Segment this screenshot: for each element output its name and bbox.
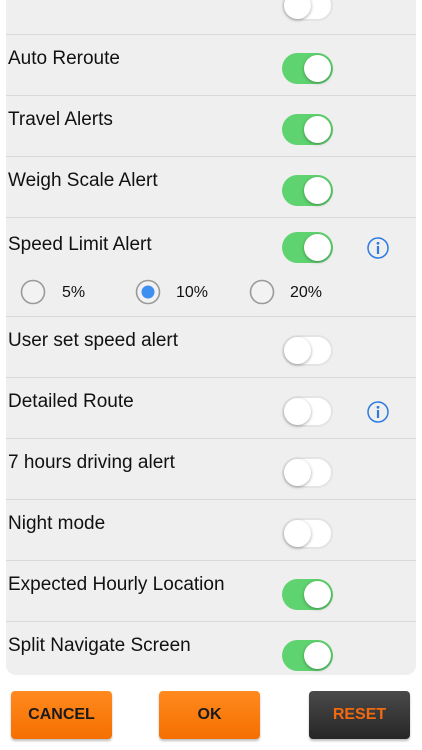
settings-row-expected-hourly-location: Expected Hourly Location bbox=[6, 561, 416, 622]
settings-row-travel-alerts: Travel Alerts bbox=[6, 96, 416, 157]
settings-row-7-hours-driving-alert: 7 hours driving alert bbox=[6, 439, 416, 500]
settings-row-weigh-scale-alert: Weigh Scale Alert bbox=[6, 157, 416, 218]
auto-reroute-toggle[interactable] bbox=[282, 53, 333, 84]
settings-row-speed-limit-alert: Speed Limit Alert bbox=[6, 218, 416, 273]
split-navigate-screen-toggle[interactable] bbox=[282, 640, 333, 671]
detailed-route-toggle[interactable] bbox=[282, 396, 333, 427]
radio-10-percent[interactable] bbox=[135, 279, 161, 305]
toggle-knob bbox=[284, 398, 311, 425]
settings-row-night-mode: Night mode bbox=[6, 500, 416, 561]
user-set-speed-alert-label: User set speed alert bbox=[8, 330, 179, 351]
reset-button[interactable]: RESET bbox=[309, 691, 410, 739]
night-mode-toggle[interactable] bbox=[282, 518, 333, 549]
night-mode-label: Night mode bbox=[8, 513, 106, 534]
settings-panel: Auto Reroute Travel Alerts Weigh Scale A… bbox=[6, 0, 416, 675]
user-set-speed-alert-toggle[interactable] bbox=[282, 335, 333, 366]
expected-hourly-location-toggle[interactable] bbox=[282, 579, 333, 610]
7-hours-driving-alert-toggle[interactable] bbox=[282, 457, 333, 488]
radio-10-percent-label: 10% bbox=[176, 284, 209, 301]
toggle-knob bbox=[304, 177, 331, 204]
info-circle-icon[interactable] bbox=[367, 237, 389, 259]
settings-row-auto-reroute: Auto Reroute bbox=[6, 35, 416, 96]
radio-5-percent-label: 5% bbox=[62, 284, 86, 301]
radio-20-percent[interactable] bbox=[249, 279, 275, 305]
toggle-knob bbox=[284, 337, 311, 364]
speed-limit-alert-toggle[interactable] bbox=[282, 232, 333, 263]
weigh-scale-alert-toggle[interactable] bbox=[282, 175, 333, 206]
speed-limit-alert-label: Speed Limit Alert bbox=[8, 234, 152, 255]
toggle-knob bbox=[304, 642, 331, 669]
info-circle-icon[interactable] bbox=[367, 401, 389, 423]
cancel-button[interactable]: CANCEL bbox=[11, 691, 112, 739]
travel-alerts-toggle[interactable] bbox=[282, 114, 333, 145]
expected-hourly-location-label: Expected Hourly Location bbox=[8, 574, 225, 595]
weigh-scale-alert-label: Weigh Scale Alert bbox=[8, 170, 158, 191]
ok-button[interactable]: OK bbox=[159, 691, 260, 739]
travel-alerts-label: Travel Alerts bbox=[8, 109, 113, 130]
radio-5-percent[interactable] bbox=[20, 279, 46, 305]
toggle-knob bbox=[284, 520, 311, 547]
toggle-knob bbox=[304, 116, 331, 143]
reset-button-label: RESET bbox=[332, 706, 387, 723]
settings-row-split-navigate-screen: Split Navigate Screen bbox=[6, 622, 416, 675]
cancel-button-label: CANCEL bbox=[28, 706, 95, 723]
toggle-knob bbox=[304, 581, 331, 608]
auto-reroute-label: Auto Reroute bbox=[8, 48, 120, 69]
toggle-knob bbox=[284, 0, 311, 19]
detailed-route-label: Detailed Route bbox=[8, 391, 134, 412]
settings-row-partial bbox=[6, 0, 416, 35]
toggle-partial[interactable] bbox=[282, 0, 333, 21]
toggle-knob bbox=[304, 234, 331, 261]
toggle-knob bbox=[284, 459, 311, 486]
ok-button-label: OK bbox=[197, 706, 222, 723]
radio-20-percent-label: 20% bbox=[290, 284, 323, 301]
speed-threshold-options: 5% 10% 20% bbox=[6, 273, 416, 317]
split-navigate-screen-label: Split Navigate Screen bbox=[8, 635, 191, 656]
7-hours-driving-alert-label: 7 hours driving alert bbox=[8, 452, 175, 473]
toggle-knob bbox=[304, 55, 331, 82]
settings-row-user-set-speed-alert: User set speed alert bbox=[6, 317, 416, 378]
settings-row-detailed-route: Detailed Route bbox=[6, 378, 416, 439]
